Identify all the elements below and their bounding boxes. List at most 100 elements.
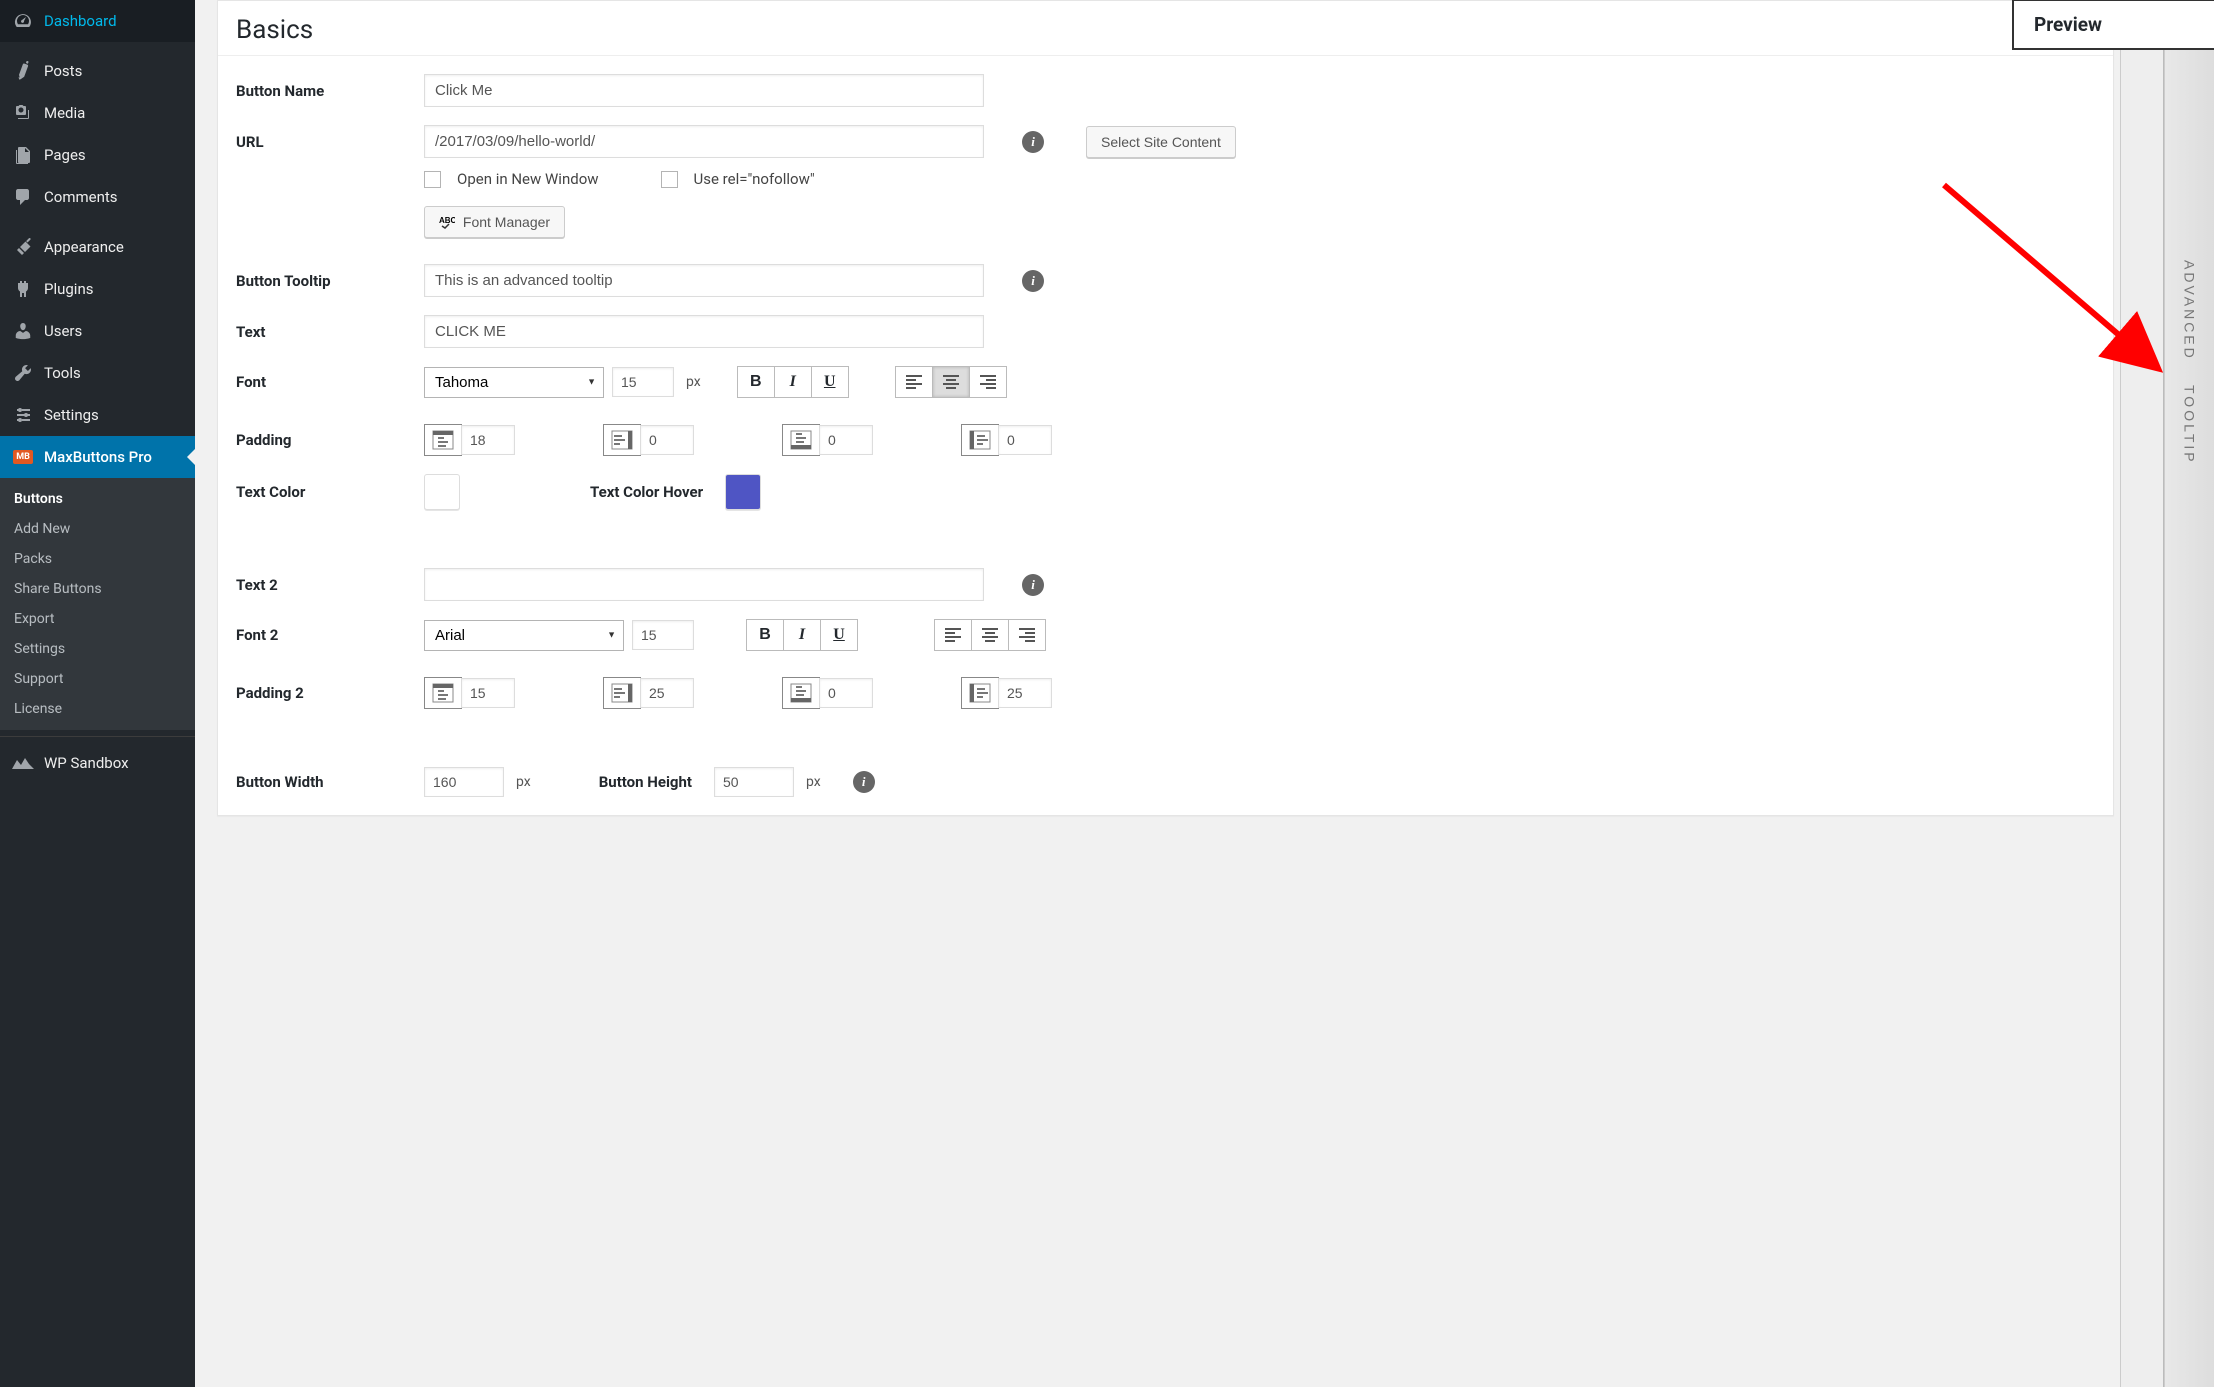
sidebar-item-label: Tools — [44, 364, 81, 382]
padding2-right-input[interactable] — [640, 678, 694, 708]
font2-label: Font 2 — [236, 626, 416, 644]
select-site-content-button[interactable]: Select Site Content — [1086, 126, 1236, 158]
padding-left-input[interactable] — [998, 425, 1052, 455]
padding2-bottom-icon — [782, 677, 820, 709]
font2-select[interactable]: Arial — [424, 620, 624, 651]
url-input[interactable] — [424, 125, 984, 158]
italic2-button[interactable]: I — [783, 619, 821, 651]
padding2-top-icon — [424, 677, 462, 709]
align2-left-button[interactable] — [934, 619, 972, 651]
sidebar-item-users[interactable]: Users — [0, 310, 195, 352]
sidebar-item-comments[interactable]: Comments — [0, 176, 195, 218]
info-icon[interactable]: i — [853, 771, 875, 793]
align-left-button[interactable] — [895, 366, 933, 398]
nofollow-label: Use rel="nofollow" — [694, 170, 815, 188]
admin-sidebar: Dashboard Posts Media Pages Comments — [0, 0, 195, 1387]
button-height-input[interactable] — [714, 767, 794, 797]
right-rail[interactable]: ADVANCED TOOLTIP — [2164, 0, 2214, 1387]
sidebar-item-label: Appearance — [44, 238, 124, 256]
padding2-left-icon — [961, 677, 999, 709]
font2-size-input[interactable] — [632, 620, 694, 650]
padding2-top-input[interactable] — [461, 678, 515, 708]
submenu-item-packs[interactable]: Packs — [0, 544, 195, 574]
align-center-button[interactable] — [932, 366, 970, 398]
panel-title: Basics — [236, 15, 2095, 45]
submenu-item-buttons[interactable]: Buttons — [0, 484, 195, 514]
button-width-input[interactable] — [424, 767, 504, 797]
wrench-icon — [12, 362, 34, 384]
sidebar-item-pages[interactable]: Pages — [0, 134, 195, 176]
nofollow-checkbox[interactable] — [661, 171, 678, 188]
sidebar-item-settings[interactable]: Settings — [0, 394, 195, 436]
sidebar-item-label: Dashboard — [44, 12, 117, 30]
padding-bottom-input[interactable] — [819, 425, 873, 455]
pages-icon — [12, 144, 34, 166]
submenu-item-export[interactable]: Export — [0, 604, 195, 634]
text-color-hover-swatch[interactable] — [725, 474, 761, 510]
padding-top-input[interactable] — [461, 425, 515, 455]
button-name-input[interactable] — [424, 74, 984, 107]
align2-center-button[interactable] — [971, 619, 1009, 651]
tooltip-input[interactable] — [424, 264, 984, 297]
padding2-right-icon — [603, 677, 641, 709]
font-select[interactable]: Tahoma — [424, 367, 604, 398]
unit-px: px — [802, 774, 825, 790]
info-icon[interactable]: i — [1022, 574, 1044, 596]
button-name-label: Button Name — [236, 82, 416, 100]
info-icon[interactable]: i — [1022, 131, 1044, 153]
font-manager-label: Font Manager — [463, 214, 550, 230]
pin-icon — [12, 60, 34, 82]
padding2-left-input[interactable] — [998, 678, 1052, 708]
user-icon — [12, 320, 34, 342]
tooltip-label: Button Tooltip — [236, 272, 416, 290]
underline2-button[interactable]: U — [820, 619, 858, 651]
text2-label: Text 2 — [236, 576, 416, 594]
font-size-input[interactable] — [612, 367, 674, 397]
italic-button[interactable]: I — [774, 366, 812, 398]
unit-px: px — [512, 774, 535, 790]
sidebar-item-plugins[interactable]: Plugins — [0, 268, 195, 310]
info-icon[interactable]: i — [1022, 270, 1044, 292]
padding-label: Padding — [236, 431, 416, 449]
align2-right-button[interactable] — [1008, 619, 1046, 651]
bold-button[interactable]: B — [737, 366, 775, 398]
bold2-button[interactable]: B — [746, 619, 784, 651]
media-icon — [12, 102, 34, 124]
padding-right-input[interactable] — [640, 425, 694, 455]
sidebar-item-dashboard[interactable]: Dashboard — [0, 0, 195, 42]
sidebar-item-label: MaxButtons Pro — [44, 448, 152, 466]
svg-text:ABC: ABC — [439, 216, 455, 225]
underline-button[interactable]: U — [811, 366, 849, 398]
submenu-item-add-new[interactable]: Add New — [0, 514, 195, 544]
text-input[interactable] — [424, 315, 984, 348]
padding2-bottom-input[interactable] — [819, 678, 873, 708]
dashboard-icon — [12, 10, 34, 32]
text2-input[interactable] — [424, 568, 984, 601]
sidebar-item-maxbuttons[interactable]: MB MaxButtons Pro — [0, 436, 195, 478]
sidebar-item-posts[interactable]: Posts — [0, 50, 195, 92]
sidebar-item-label: Plugins — [44, 280, 93, 298]
sidebar-item-wpsandbox[interactable]: WP Sandbox — [0, 744, 195, 782]
submenu-item-share[interactable]: Share Buttons — [0, 574, 195, 604]
sidebar-item-appearance[interactable]: Appearance — [0, 226, 195, 268]
submenu-item-support[interactable]: Support — [0, 664, 195, 694]
align-right-button[interactable] — [969, 366, 1007, 398]
sidebar-submenu: Buttons Add New Packs Share Buttons Expo… — [0, 478, 195, 730]
url-label: URL — [236, 133, 416, 151]
basics-panel: Basics Button Name URL i — [217, 0, 2114, 816]
preview-tab[interactable]: Preview — [2012, 0, 2214, 50]
font-label: Font — [236, 373, 416, 391]
submenu-item-license[interactable]: License — [0, 694, 195, 724]
wpsandbox-icon — [12, 756, 34, 770]
text-color-swatch[interactable] — [424, 474, 460, 510]
padding2-label: Padding 2 — [236, 684, 416, 702]
sidebar-item-tools[interactable]: Tools — [0, 352, 195, 394]
sidebar-item-media[interactable]: Media — [0, 92, 195, 134]
submenu-item-settings[interactable]: Settings — [0, 634, 195, 664]
sidebar-item-label: Pages — [44, 146, 86, 164]
sidebar-item-label: Settings — [44, 406, 99, 424]
open-new-window-label: Open in New Window — [457, 170, 599, 188]
open-new-window-checkbox[interactable] — [424, 171, 441, 188]
sidebar-item-label: Comments — [44, 188, 118, 206]
font-manager-button[interactable]: ABC Font Manager — [424, 206, 565, 238]
